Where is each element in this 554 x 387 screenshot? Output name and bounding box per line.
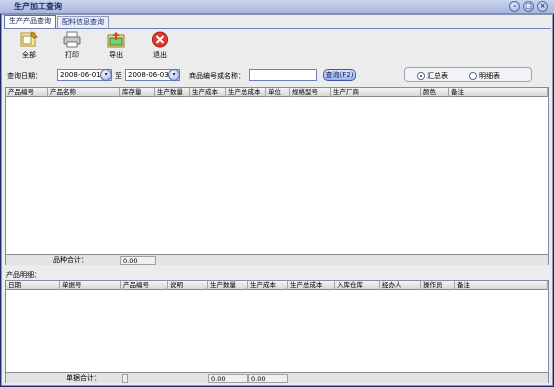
summary-radio[interactable]: 汇总表	[417, 71, 448, 81]
column-header[interactable]: 生产成本	[190, 88, 226, 97]
tab-strip: 生产产品查询 配料信息查询	[4, 15, 110, 28]
document-total-qty: 0.00	[208, 374, 248, 383]
column-header[interactable]: 备注	[449, 88, 548, 97]
main-panel: 生产产品查询 配料信息查询 全部 打印 导出 退出 查询日期： 2008-06-…	[1, 14, 553, 386]
product-code-input[interactable]	[249, 69, 317, 81]
column-header[interactable]: 产品编号	[6, 88, 48, 97]
products-summary-bar: 品种合计： 0.00	[6, 254, 548, 265]
exit-button[interactable]: 退出	[145, 31, 175, 65]
filter-bar: 查询日期： 2008-06-01 ▾ 至 2008-06-03 ▾ 商品编号或名…	[4, 66, 551, 84]
detail-grid-header: 日期 单据号 产品编号 说明 生产数量 生产成本 生产总成本 入库仓库 经办人 …	[6, 281, 548, 290]
print-label: 打印	[65, 51, 79, 59]
exit-label: 退出	[153, 51, 167, 59]
print-button[interactable]: 打印	[57, 31, 87, 65]
column-header[interactable]: 规格型号	[290, 88, 331, 97]
column-header[interactable]: 入库仓库	[335, 281, 380, 290]
date-label: 查询日期：	[7, 72, 42, 80]
column-header[interactable]: 产品编号	[121, 281, 168, 290]
all-button[interactable]: 全部	[14, 31, 44, 65]
printer-icon	[63, 31, 81, 48]
exit-icon	[152, 31, 168, 48]
window-title: 生产加工查询	[14, 2, 62, 11]
all-icon	[20, 31, 38, 47]
date-from-value: 2008-06-01	[60, 71, 101, 79]
products-grid[interactable]: 产品编号 产品名称 库存量 生产数量 生产成本 生产总成本 单位 规格型号 生产…	[5, 87, 549, 265]
tab-product-query[interactable]: 生产产品查询	[4, 15, 56, 28]
column-header[interactable]: 说明	[168, 281, 208, 290]
column-header[interactable]: 生产成本	[248, 281, 288, 290]
column-header[interactable]: 操作员	[421, 281, 455, 290]
calendar-dropdown-icon[interactable]: ▾	[168, 69, 180, 81]
window-controls: – □ ×	[509, 1, 548, 12]
column-header[interactable]: 单据号	[60, 281, 121, 290]
tab-ingredient-query[interactable]: 配料信息查询	[57, 16, 109, 28]
document-total-spacer	[122, 374, 128, 383]
report-type-group: 汇总表 明细表	[404, 67, 532, 82]
column-header[interactable]: 备注	[455, 281, 548, 290]
date-from-field[interactable]: 2008-06-01 ▾	[57, 69, 112, 81]
column-header[interactable]: 生产厂商	[331, 88, 421, 97]
products-grid-header: 产品编号 产品名称 库存量 生产数量 生产成本 生产总成本 单位 规格型号 生产…	[6, 88, 548, 97]
query-button[interactable]: 查询(F2)	[323, 69, 356, 81]
column-header[interactable]: 颜色	[421, 88, 449, 97]
variety-total-value: 0.00	[120, 256, 156, 265]
detail-radio-label: 明细表	[479, 72, 500, 80]
maximize-icon[interactable]: □	[523, 1, 534, 12]
all-label: 全部	[22, 51, 36, 59]
summary-radio-label: 汇总表	[427, 72, 448, 80]
application-window: 生产加工查询 – □ × 生产产品查询 配料信息查询 全部 打印 导出 退出 查…	[0, 0, 554, 387]
radio-unselected-icon	[469, 72, 477, 80]
date-to-field[interactable]: 2008-06-03 ▾	[125, 69, 180, 81]
toolbar: 全部 打印 导出 退出	[4, 28, 551, 66]
column-header[interactable]: 单位	[266, 88, 290, 97]
date-to-value: 2008-06-03	[128, 71, 169, 79]
document-total-label: 单据合计：	[66, 374, 101, 382]
detail-grid[interactable]: 日期 单据号 产品编号 说明 生产数量 生产成本 生产总成本 入库仓库 经办人 …	[5, 280, 549, 383]
column-header[interactable]: 生产总成本	[226, 88, 266, 97]
to-label: 至	[115, 72, 122, 80]
calendar-dropdown-icon[interactable]: ▾	[100, 69, 112, 81]
column-header[interactable]: 日期	[6, 281, 60, 290]
title-bar[interactable]: 生产加工查询 – □ ×	[0, 0, 554, 14]
detail-section-label: 产品明细：	[6, 271, 41, 279]
column-header[interactable]: 生产数量	[208, 281, 248, 290]
export-button[interactable]: 导出	[101, 31, 131, 65]
column-header[interactable]: 经办人	[380, 281, 421, 290]
column-header[interactable]: 库存量	[120, 88, 155, 97]
export-label: 导出	[109, 51, 123, 59]
column-header[interactable]: 产品名称	[48, 88, 120, 97]
detail-radio[interactable]: 明细表	[469, 71, 500, 81]
document-total-cost: 0.00	[248, 374, 288, 383]
minimize-icon[interactable]: –	[509, 1, 520, 12]
radio-selected-icon	[417, 72, 425, 80]
code-label: 商品编号或名称：	[189, 72, 245, 80]
export-icon	[107, 32, 125, 48]
column-header[interactable]: 生产数量	[155, 88, 190, 97]
close-icon[interactable]: ×	[537, 1, 548, 12]
column-header[interactable]: 生产总成本	[288, 281, 335, 290]
detail-summary-bar: 单据合计： 0.00 0.00	[6, 372, 548, 383]
variety-total-label: 品种合计：	[53, 256, 88, 264]
